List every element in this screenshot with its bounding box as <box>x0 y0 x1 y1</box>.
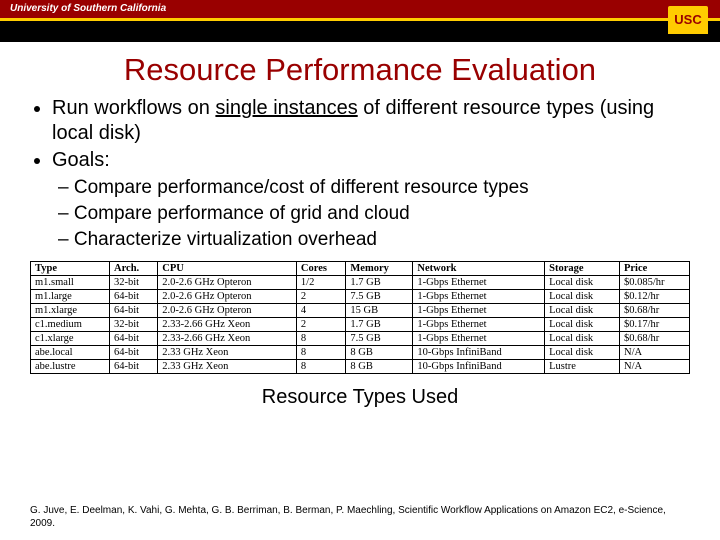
table-cell: 10-Gbps InfiniBand <box>413 346 545 360</box>
table-cell: c1.xlarge <box>31 332 110 346</box>
slide-title: Resource Performance Evaluation <box>30 52 690 88</box>
table-cell: 2.0-2.6 GHz Opteron <box>158 290 297 304</box>
th-cpu: CPU <box>158 262 297 276</box>
table-cell: 1-Gbps Ethernet <box>413 318 545 332</box>
table-cell: 2 <box>296 318 345 332</box>
table-cell: $0.12/hr <box>619 290 689 304</box>
table-cell: 10-Gbps InfiniBand <box>413 360 545 374</box>
table-row: m1.large64-bit2.0-2.6 GHz Opteron27.5 GB… <box>31 290 690 304</box>
table-cell: Lustre <box>545 360 620 374</box>
table-cell: 64-bit <box>109 290 157 304</box>
th-cores: Cores <box>296 262 345 276</box>
th-storage: Storage <box>545 262 620 276</box>
table-header-row: Type Arch. CPU Cores Memory Network Stor… <box>31 262 690 276</box>
table-cell: $0.68/hr <box>619 332 689 346</box>
table-cell: 8 GB <box>346 346 413 360</box>
table-body: m1.small32-bit2.0-2.6 GHz Opteron1/21.7 … <box>31 276 690 374</box>
table-cell: 7.5 GB <box>346 290 413 304</box>
usc-logo: USC <box>668 6 708 34</box>
th-price: Price <box>619 262 689 276</box>
th-network: Network <box>413 262 545 276</box>
university-name: University of Southern California <box>0 0 720 18</box>
table-cell: 2.33 GHz Xeon <box>158 346 297 360</box>
table-cell: 8 GB <box>346 360 413 374</box>
table-cell: m1.large <box>31 290 110 304</box>
table-cell: 2.33-2.66 GHz Xeon <box>158 332 297 346</box>
table-cell: 1/2 <box>296 276 345 290</box>
table-cell: 32-bit <box>109 276 157 290</box>
table-cell: 1.7 GB <box>346 276 413 290</box>
main-bullets: Run workflows on single instances of dif… <box>30 96 690 173</box>
black-stripe <box>0 21 720 42</box>
table-cell: $0.68/hr <box>619 304 689 318</box>
table-cell: 2.33 GHz Xeon <box>158 360 297 374</box>
th-arch: Arch. <box>109 262 157 276</box>
table-cell: $0.085/hr <box>619 276 689 290</box>
th-type: Type <box>31 262 110 276</box>
table-cell: N/A <box>619 346 689 360</box>
table-row: m1.small32-bit2.0-2.6 GHz Opteron1/21.7 … <box>31 276 690 290</box>
table-cell: Local disk <box>545 318 620 332</box>
table-cell: 8 <box>296 360 345 374</box>
table-cell: 1-Gbps Ethernet <box>413 332 545 346</box>
table-cell: 1-Gbps Ethernet <box>413 304 545 318</box>
table-cell: Local disk <box>545 332 620 346</box>
table-cell: 2.33-2.66 GHz Xeon <box>158 318 297 332</box>
table-cell: $0.17/hr <box>619 318 689 332</box>
table-row: c1.medium32-bit2.33-2.66 GHz Xeon21.7 GB… <box>31 318 690 332</box>
table-cell: 64-bit <box>109 304 157 318</box>
sub-bullets: Compare performance/cost of different re… <box>30 177 690 251</box>
table-cell: Local disk <box>545 290 620 304</box>
table-cell: 7.5 GB <box>346 332 413 346</box>
table-cell: 64-bit <box>109 360 157 374</box>
sub-compare-cost: Compare performance/cost of different re… <box>58 177 690 199</box>
table-cell: 1-Gbps Ethernet <box>413 290 545 304</box>
citation: G. Juve, E. Deelman, K. Vahi, G. Mehta, … <box>30 505 690 530</box>
sub-characterize: Characterize virtualization overhead <box>58 229 690 251</box>
table-cell: abe.lustre <box>31 360 110 374</box>
bullet-workflows: Run workflows on single instances of dif… <box>52 96 690 146</box>
table-cell: 1-Gbps Ethernet <box>413 276 545 290</box>
table-cell: 2.0-2.6 GHz Opteron <box>158 276 297 290</box>
table-cell: Local disk <box>545 346 620 360</box>
table-row: abe.local64-bit2.33 GHz Xeon88 GB10-Gbps… <box>31 346 690 360</box>
table-cell: 64-bit <box>109 332 157 346</box>
table-cell: Local disk <box>545 276 620 290</box>
table-cell: 2.0-2.6 GHz Opteron <box>158 304 297 318</box>
table-cell: m1.small <box>31 276 110 290</box>
table-row: m1.xlarge64-bit2.0-2.6 GHz Opteron415 GB… <box>31 304 690 318</box>
table-cell: 2 <box>296 290 345 304</box>
table-row: abe.lustre64-bit2.33 GHz Xeon88 GB10-Gbp… <box>31 360 690 374</box>
table-cell: 15 GB <box>346 304 413 318</box>
table-cell: 4 <box>296 304 345 318</box>
th-memory: Memory <box>346 262 413 276</box>
table-cell: 8 <box>296 346 345 360</box>
table-cell: 8 <box>296 332 345 346</box>
table-caption: Resource Types Used <box>30 386 690 409</box>
table-cell: N/A <box>619 360 689 374</box>
table-cell: m1.xlarge <box>31 304 110 318</box>
table-row: c1.xlarge64-bit2.33-2.66 GHz Xeon87.5 GB… <box>31 332 690 346</box>
table-cell: 1.7 GB <box>346 318 413 332</box>
bullet-goals: Goals: <box>52 148 690 173</box>
table-cell: 32-bit <box>109 318 157 332</box>
slide-header: University of Southern California USC <box>0 0 720 42</box>
slide-content: Resource Performance Evaluation Run work… <box>0 42 720 409</box>
resource-table: Type Arch. CPU Cores Memory Network Stor… <box>30 261 690 374</box>
table-cell: Local disk <box>545 304 620 318</box>
table-cell: abe.local <box>31 346 110 360</box>
sub-compare-grid: Compare performance of grid and cloud <box>58 203 690 225</box>
table-cell: c1.medium <box>31 318 110 332</box>
table-cell: 64-bit <box>109 346 157 360</box>
